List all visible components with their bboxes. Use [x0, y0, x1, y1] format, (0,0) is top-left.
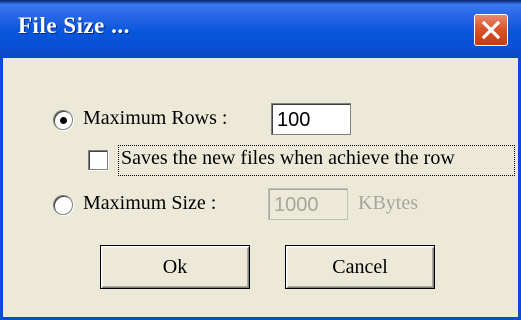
window-title: File Size ...: [18, 13, 130, 38]
max-size-unit: KBytes: [358, 192, 418, 214]
close-icon: [481, 20, 501, 40]
save-new-files-label[interactable]: Saves the new files when achieve the row: [121, 147, 455, 170]
title-bar[interactable]: File Size ...: [0, 0, 521, 58]
max-size-radio[interactable]: [53, 195, 73, 215]
max-rows-label: Maximum Rows :: [83, 107, 228, 129]
max-size-input[interactable]: [268, 188, 348, 220]
close-button[interactable]: [474, 14, 508, 46]
max-size-label: Maximum Size :: [83, 192, 217, 214]
file-size-dialog: File Size ... Maximum Rows : Saves the n…: [0, 0, 521, 320]
cancel-button[interactable]: Cancel: [285, 245, 435, 289]
max-rows-input[interactable]: [271, 103, 351, 135]
save-new-files-checkbox[interactable]: [88, 150, 108, 170]
max-rows-radio[interactable]: [53, 110, 73, 130]
radio-selected-dot: [60, 117, 67, 124]
ok-button[interactable]: Ok: [100, 245, 250, 289]
